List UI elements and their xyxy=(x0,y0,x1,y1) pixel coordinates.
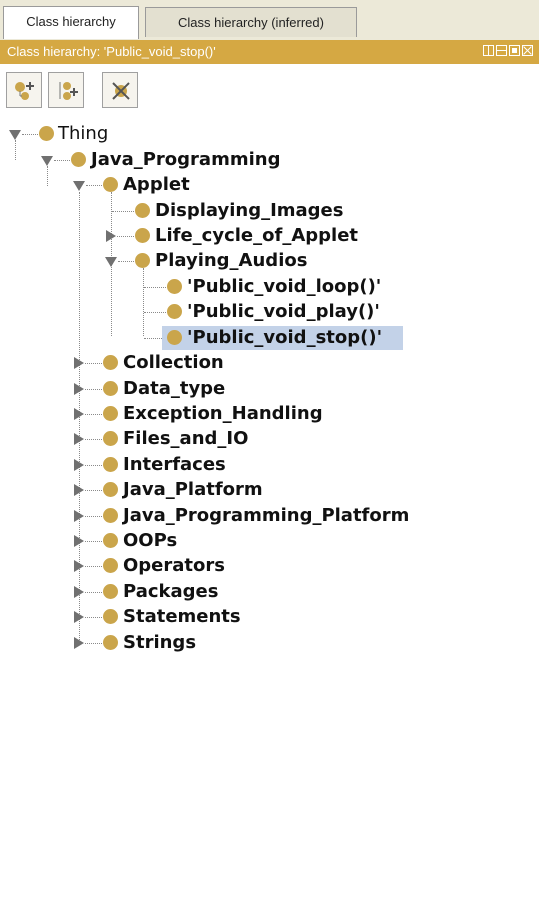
add-subclass-icon xyxy=(15,82,34,100)
close-view-icon[interactable] xyxy=(522,45,533,56)
expand-arrow-icon[interactable] xyxy=(74,484,84,496)
tab-class-hierarchy-inferred[interactable]: Class hierarchy (inferred) xyxy=(145,7,357,37)
expand-arrow-icon[interactable] xyxy=(74,510,84,522)
tree-node-collection[interactable]: Collection xyxy=(0,351,300,375)
tree-node-label: Java_Platform xyxy=(123,479,263,500)
tree-node-label: Thing xyxy=(58,123,109,144)
class-icon xyxy=(103,533,118,548)
collapse-arrow-icon[interactable] xyxy=(105,257,117,267)
tree-node-operators[interactable]: Operators xyxy=(0,554,300,578)
class-icon xyxy=(135,253,150,268)
view-title: Class hierarchy: 'Public_void_stop()' xyxy=(7,44,216,59)
class-icon xyxy=(103,482,118,497)
tree-node-oops[interactable]: OOPs xyxy=(0,529,300,553)
tree-node-label: Operators xyxy=(123,555,225,576)
tree-node-label: Applet xyxy=(123,174,190,195)
delete-class-icon xyxy=(112,82,130,100)
class-icon xyxy=(103,355,118,370)
class-icon xyxy=(39,126,54,141)
expand-arrow-icon[interactable] xyxy=(74,459,84,471)
class-icon xyxy=(103,558,118,573)
expand-arrow-icon[interactable] xyxy=(74,611,84,623)
tree-node-packages[interactable]: Packages xyxy=(0,580,300,604)
tree-node-label: 'Public_void_play()' xyxy=(187,301,380,322)
expand-arrow-icon[interactable] xyxy=(106,230,116,242)
collapse-arrow-icon[interactable] xyxy=(73,181,85,191)
expand-arrow-icon[interactable] xyxy=(74,408,84,420)
class-icon xyxy=(167,279,182,294)
maximize-icon[interactable] xyxy=(509,45,520,56)
tree-node-java-platform[interactable]: Java_Platform xyxy=(0,478,320,502)
class-icon xyxy=(71,152,86,167)
split-vertical-icon[interactable] xyxy=(483,45,494,56)
tree-node-label: Statements xyxy=(123,606,241,627)
tree-node-label: Data_type xyxy=(123,378,226,399)
tree-node-label: 'Public_void_stop()' xyxy=(187,327,383,348)
tree-node-label: Life_cycle_of_Applet xyxy=(155,225,359,246)
tree-node-label: Java_Programming xyxy=(91,149,281,170)
tree-node-public-void-loop[interactable]: 'Public_void_loop()' xyxy=(0,275,420,299)
class-icon xyxy=(103,635,118,650)
tree-node-statements[interactable]: Statements xyxy=(0,605,300,629)
tree-node-thing[interactable]: Thing xyxy=(0,122,200,146)
add-sibling-class-button[interactable] xyxy=(48,72,84,108)
view-window-controls xyxy=(483,45,533,56)
tree-node-playing-audios[interactable]: Playing_Audios xyxy=(0,249,340,273)
split-horizontal-icon[interactable] xyxy=(496,45,507,56)
tree-node-label: Exception_Handling xyxy=(123,403,323,424)
tree-node-public-void-play[interactable]: 'Public_void_play()' xyxy=(0,300,420,324)
tab-class-hierarchy[interactable]: Class hierarchy xyxy=(3,6,139,39)
tree-node-label: Strings xyxy=(123,632,197,653)
class-hierarchy-tree: Thing Java_Programming Applet Displaying… xyxy=(0,118,539,913)
tree-node-label: 'Public_void_loop()' xyxy=(187,276,382,297)
expand-arrow-icon[interactable] xyxy=(74,433,84,445)
tree-node-label: Files_and_IO xyxy=(123,428,249,449)
delete-class-button[interactable] xyxy=(102,72,138,108)
class-icon xyxy=(103,381,118,396)
class-icon xyxy=(103,584,118,599)
class-icon xyxy=(103,406,118,421)
add-sibling-class-icon xyxy=(59,82,78,100)
tree-node-label: Playing_Audios xyxy=(155,250,308,271)
expand-arrow-icon[interactable] xyxy=(74,357,84,369)
add-subclass-button[interactable] xyxy=(6,72,42,108)
tree-node-displaying-images[interactable]: Displaying_Images xyxy=(0,199,380,223)
tree-node-strings[interactable]: Strings xyxy=(0,631,300,655)
expand-arrow-icon[interactable] xyxy=(74,637,84,649)
class-icon xyxy=(167,304,182,319)
tree-node-label: Interfaces xyxy=(123,454,226,475)
expand-arrow-icon[interactable] xyxy=(74,383,84,395)
tree-node-files-and-io[interactable]: Files_and_IO xyxy=(0,427,300,451)
class-icon xyxy=(135,203,150,218)
tree-node-interfaces[interactable]: Interfaces xyxy=(0,453,300,477)
tree-node-java-programming-platform[interactable]: Java_Programming_Platform xyxy=(0,504,460,528)
tree-node-applet[interactable]: Applet xyxy=(0,173,220,197)
view-tab-strip: Class hierarchy Class hierarchy (inferre… xyxy=(0,0,539,40)
expand-arrow-icon[interactable] xyxy=(74,560,84,572)
tree-node-label: Collection xyxy=(123,352,224,373)
tree-node-data-type[interactable]: Data_type xyxy=(0,377,300,401)
class-icon xyxy=(167,330,182,345)
collapse-arrow-icon[interactable] xyxy=(9,130,21,140)
tree-node-exception-handling[interactable]: Exception_Handling xyxy=(0,402,360,426)
class-icon xyxy=(103,508,118,523)
tree-node-java-programming[interactable]: Java_Programming xyxy=(0,148,320,172)
hierarchy-toolbar xyxy=(0,64,539,118)
class-icon xyxy=(103,457,118,472)
tree-node-label: Displaying_Images xyxy=(155,200,344,221)
tree-node-label: Java_Programming_Platform xyxy=(123,505,410,526)
class-icon xyxy=(103,609,118,624)
expand-arrow-icon[interactable] xyxy=(74,535,84,547)
view-title-bar: Class hierarchy: 'Public_void_stop()' xyxy=(0,40,539,64)
tree-node-label: OOPs xyxy=(123,530,178,551)
tree-node-life-cycle-of-applet[interactable]: Life_cycle_of_Applet xyxy=(0,224,400,248)
tree-node-label: Packages xyxy=(123,581,219,602)
tree-node-public-void-stop[interactable]: 'Public_void_stop()' xyxy=(0,326,420,350)
class-icon xyxy=(103,431,118,446)
collapse-arrow-icon[interactable] xyxy=(41,156,53,166)
class-icon xyxy=(103,177,118,192)
class-icon xyxy=(135,228,150,243)
expand-arrow-icon[interactable] xyxy=(74,586,84,598)
